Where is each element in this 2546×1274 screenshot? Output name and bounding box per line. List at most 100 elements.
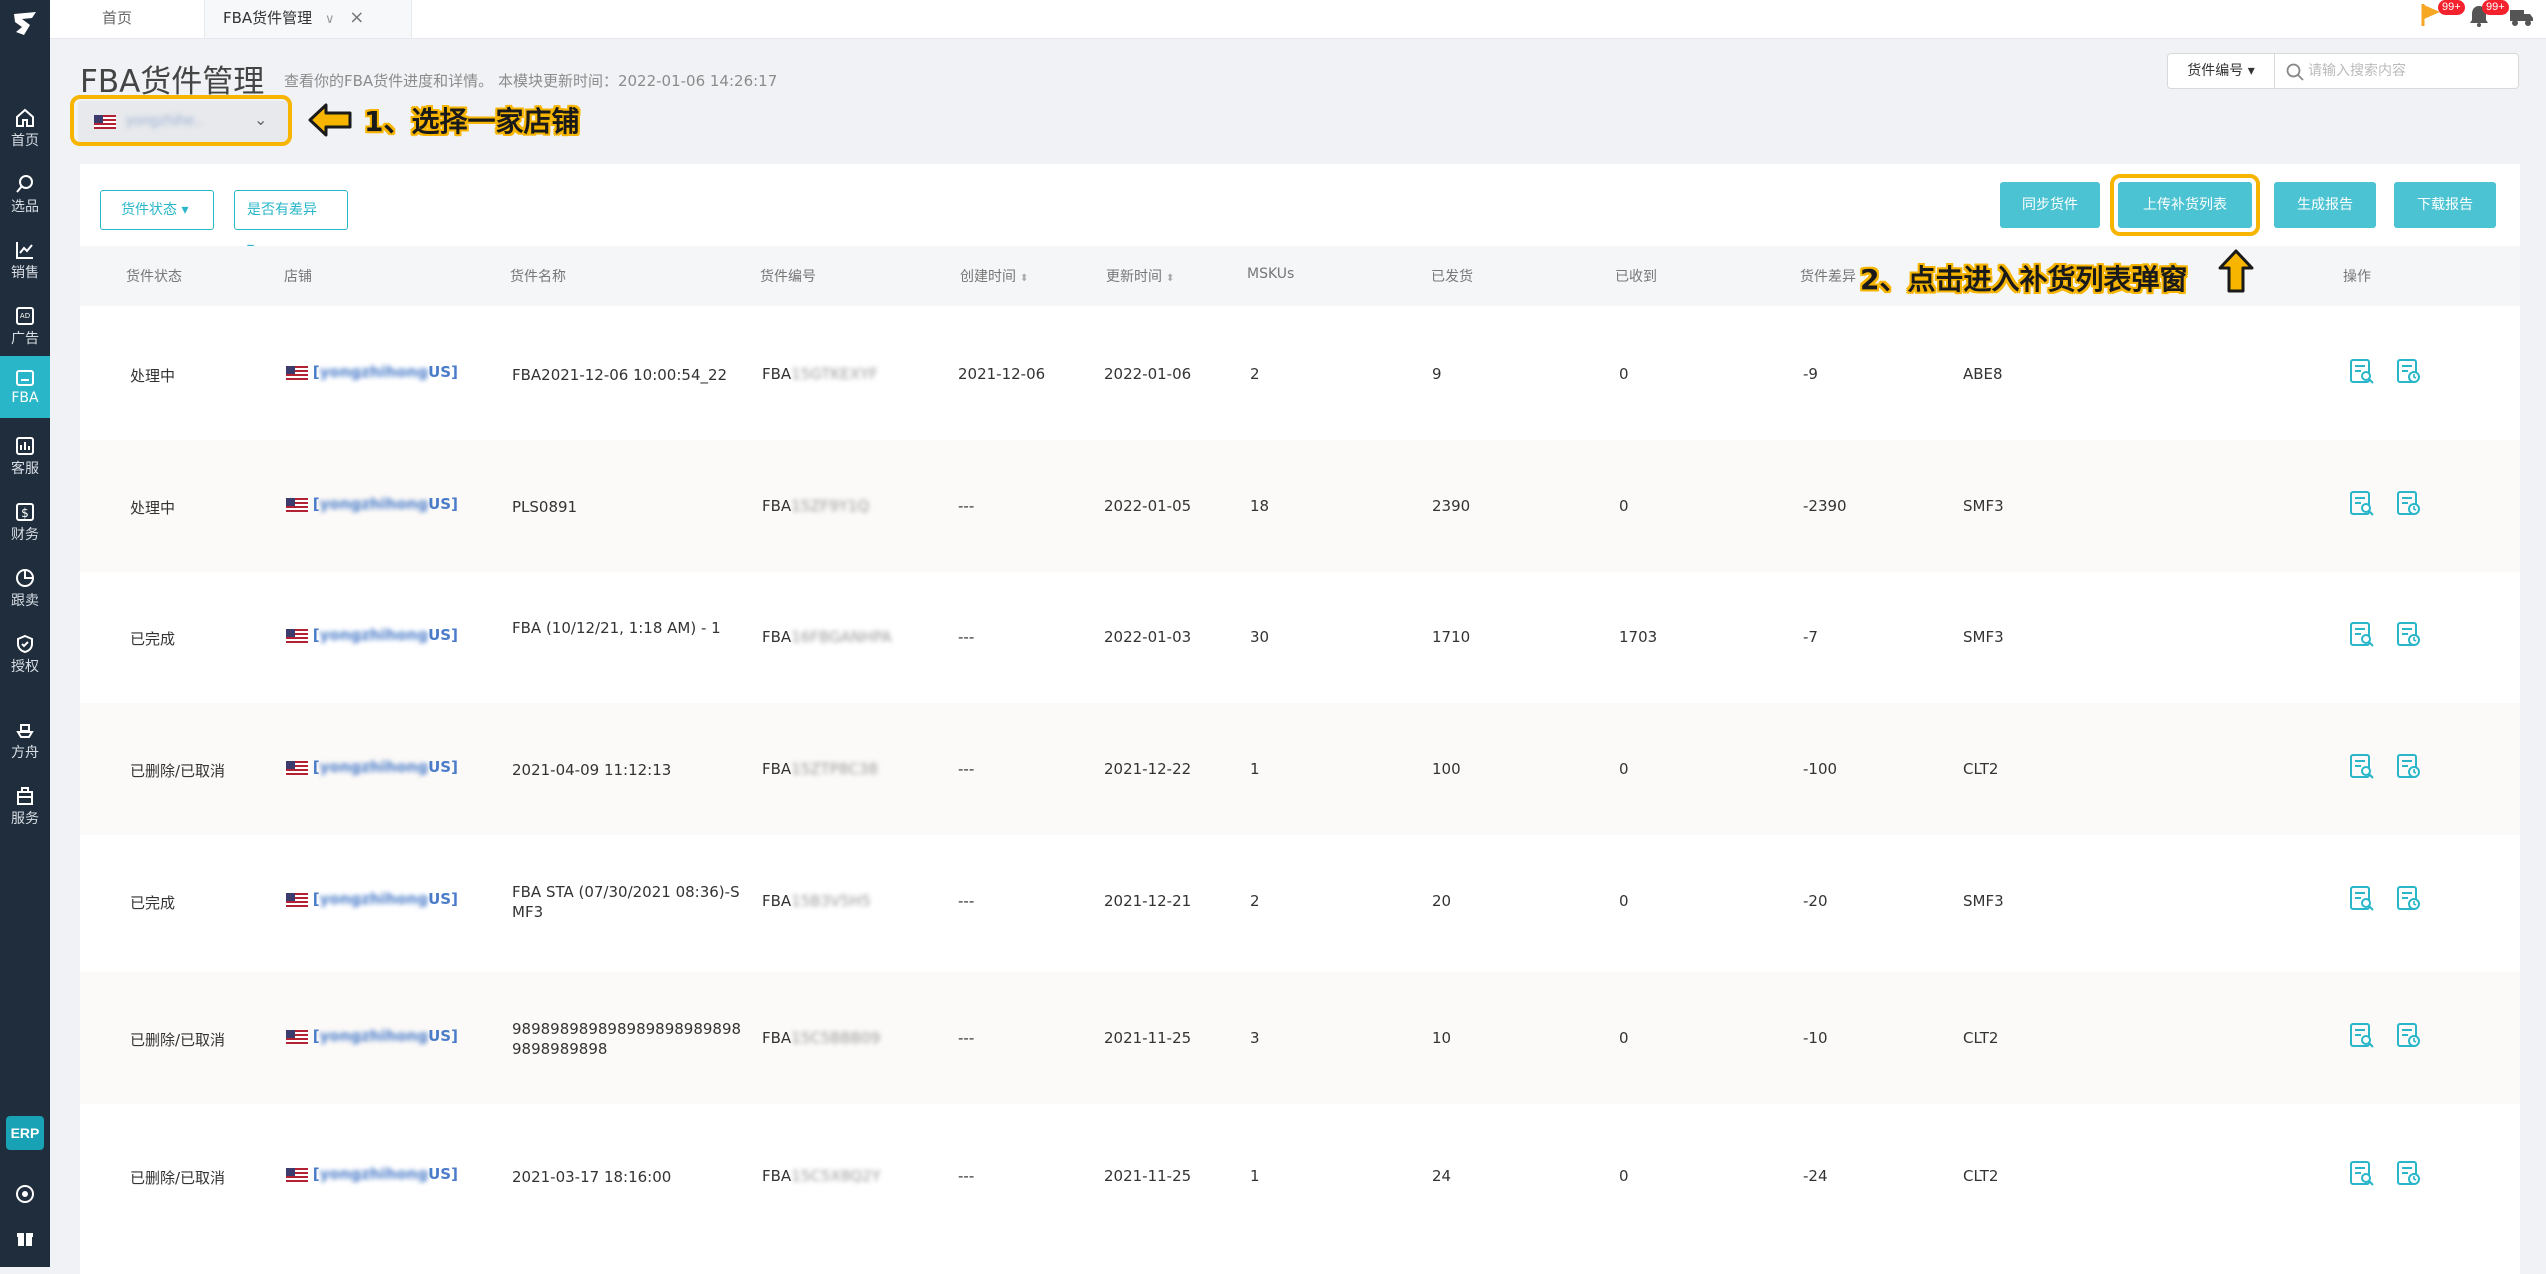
col-updated[interactable]: 更新时间 ⬍ [1106, 266, 1174, 286]
status-filter[interactable]: 货件状态 ▾ [100, 190, 214, 230]
cell-name: 2021-04-09 11:12:13 [512, 761, 672, 779]
search-input[interactable]: 请输入搜索内容 [2308, 54, 2406, 88]
view-detail-icon[interactable] [2348, 358, 2376, 386]
download-report-button[interactable]: 下载报告 [2394, 182, 2496, 228]
sidebar-item-home[interactable]: 首页 [0, 96, 50, 158]
cell-sent: 1710 [1432, 628, 1471, 646]
track-icon[interactable] [2395, 885, 2423, 913]
cell-store[interactable]: [yongzhihongUS] [286, 363, 458, 381]
pie-icon [16, 569, 34, 587]
gift-icon[interactable] [15, 1228, 35, 1248]
cell-store[interactable]: [yongzhihongUS] [286, 1165, 458, 1183]
view-detail-icon[interactable] [2348, 885, 2376, 913]
sidebar-item-ark[interactable]: 方舟 [0, 708, 50, 770]
track-icon[interactable] [2395, 490, 2423, 518]
cell-updated: 2022-01-06 [1104, 365, 1192, 383]
sync-button[interactable]: 同步货件 [2000, 182, 2100, 228]
col-name: 货件名称 [510, 269, 566, 285]
code-prefix: FBA [762, 892, 792, 910]
col-code: 货件编号 [760, 269, 816, 285]
store-bracket: [ [312, 1165, 320, 1183]
store-bracket: [ [312, 626, 320, 644]
cell-diff: -9 [1803, 365, 1818, 383]
view-detail-icon[interactable] [2348, 490, 2376, 518]
sidebar-item-finance[interactable]: $ 财务 [0, 490, 50, 552]
logo-icon[interactable] [10, 8, 40, 38]
svg-text:AD: AD [20, 312, 30, 320]
cell-status: 已完成 [130, 630, 176, 648]
cell-store[interactable]: [yongzhihongUS] [286, 1027, 458, 1045]
cell-name: FBA STA (07/30/2021 08:36)-SMF3 [512, 883, 740, 921]
col-received: 已收到 [1615, 269, 1657, 285]
view-detail-icon[interactable] [2348, 753, 2376, 781]
search-icon [2286, 63, 2304, 81]
sidebar-item-follow[interactable]: 跟卖 [0, 556, 50, 618]
code-prefix: FBA [762, 497, 792, 515]
cell-store[interactable]: [yongzhihongUS] [286, 495, 458, 513]
us-flag-icon [286, 365, 308, 380]
ad-icon: AD [16, 307, 34, 325]
code-prefix: FBA [762, 1167, 792, 1185]
track-icon[interactable] [2395, 621, 2423, 649]
cell-store[interactable]: [yongzhihongUS] [286, 890, 458, 908]
truck-icon[interactable] [2508, 6, 2534, 28]
sidebar-item-label: 服务 [11, 811, 39, 827]
track-icon[interactable] [2395, 358, 2423, 386]
sidebar-item-services[interactable]: 服务 [0, 774, 50, 836]
erp-button[interactable]: ERP [6, 1116, 44, 1150]
view-detail-icon[interactable] [2348, 621, 2376, 649]
search-category-select[interactable]: 货件编号 ▾ [2168, 54, 2275, 88]
generate-report-button[interactable]: 生成报告 [2274, 182, 2376, 228]
sidebar-item-label: 首页 [11, 133, 39, 149]
view-detail-icon[interactable] [2348, 1160, 2376, 1188]
sidebar-item-sales[interactable]: 销售 [0, 228, 50, 290]
track-icon[interactable] [2395, 753, 2423, 781]
store-bracket: [ [312, 495, 320, 513]
cell-store[interactable]: [yongzhihongUS] [286, 758, 458, 776]
cell-code: FBA15C5BBB09 [762, 1029, 880, 1047]
settings-icon[interactable] [15, 1184, 35, 1204]
cell-created: --- [958, 497, 975, 515]
cell-status: 已删除/已取消 [130, 1169, 226, 1187]
col-store: 店铺 [284, 269, 312, 285]
code-value: 15C5BBB09 [791, 1029, 881, 1047]
diff-filter[interactable]: 是否有差异 ▾ [234, 190, 348, 256]
close-icon[interactable]: × [349, 0, 364, 36]
store-name: yongzhihong [319, 890, 429, 908]
tab-label: FBA货件管理 [223, 9, 313, 27]
sidebar-item-service[interactable]: 客服 [0, 424, 50, 486]
cell-received: 0 [1619, 892, 1629, 910]
building-icon [17, 787, 33, 805]
sort-icon[interactable]: ⬍ [1020, 273, 1028, 284]
chevron-down-icon[interactable]: ∨ [325, 2, 335, 38]
cell-warehouse: SMF3 [1963, 497, 2004, 515]
sidebar-item-select[interactable]: 选品 [0, 162, 50, 224]
sidebar-item-label: 方舟 [11, 745, 39, 761]
tab-fba[interactable]: FBA货件管理 ∨ × [204, 0, 412, 38]
tab-home[interactable]: 首页 [102, 0, 132, 38]
sidebar-item-ads[interactable]: AD 广告 [0, 294, 50, 356]
cell-store[interactable]: [yongzhihongUS] [286, 626, 458, 644]
sidebar-item-fba[interactable]: FBA [0, 356, 50, 418]
col-created[interactable]: 创建时间 ⬍ [960, 266, 1028, 286]
store-name: yongzhihong [319, 626, 429, 644]
shield-icon [17, 634, 33, 654]
cell-diff: -7 [1803, 628, 1818, 646]
sort-icon[interactable]: ⬍ [1166, 273, 1174, 284]
cell-received: 1703 [1619, 628, 1658, 646]
cell-sent: 100 [1432, 760, 1461, 778]
store-suffix: US] [428, 1027, 458, 1045]
cell-status: 处理中 [130, 367, 176, 385]
cell-warehouse: CLT2 [1963, 1167, 1999, 1185]
track-icon[interactable] [2395, 1160, 2423, 1188]
box-icon [16, 370, 34, 386]
view-detail-icon[interactable] [2348, 1022, 2376, 1050]
cell-mskus: 1 [1250, 1167, 1260, 1185]
track-icon[interactable] [2395, 1022, 2423, 1050]
col-label: 创建时间 [960, 269, 1016, 285]
store-suffix: US] [428, 495, 458, 513]
cell-status: 已完成 [130, 894, 176, 912]
notification-badge: 99+ [2438, 0, 2465, 15]
sidebar-item-auth[interactable]: 授权 [0, 622, 50, 684]
us-flag-icon [286, 760, 308, 775]
